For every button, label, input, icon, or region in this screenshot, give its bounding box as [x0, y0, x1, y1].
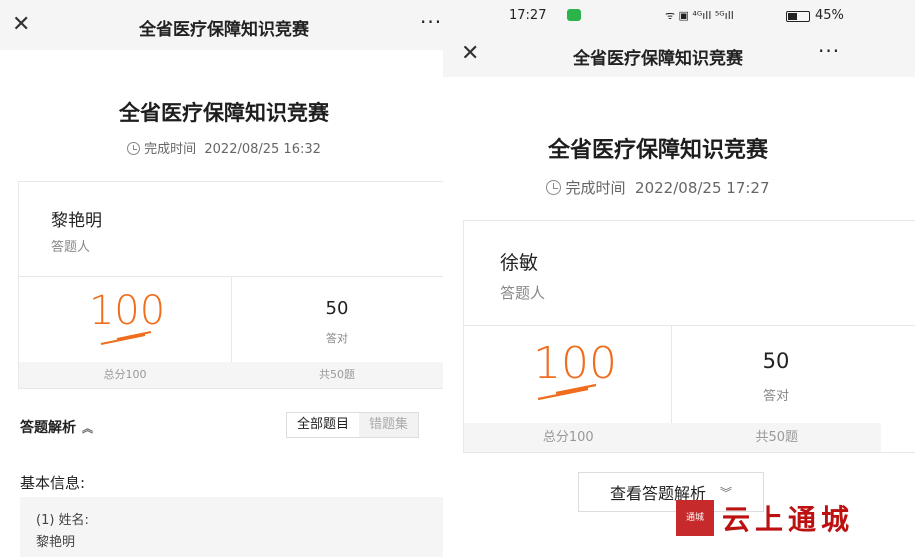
score-swoosh-icon — [537, 383, 597, 401]
left-screen: ✕ 全省医疗保障知识竞赛 ··· 全省医疗保障知识竞赛 完成时间 2022/08… — [0, 0, 448, 557]
analysis-filter: 全部题目 错题集 — [286, 412, 420, 438]
completion-label: 完成时间 — [144, 142, 197, 157]
total-questions-label: 共50题 — [755, 430, 799, 445]
battery-fill — [788, 13, 797, 20]
battery-icon — [786, 11, 810, 22]
watermark-seal: 通城 — [676, 500, 714, 536]
correct-label: 答对 — [326, 332, 348, 345]
completion-value: 2022/08/25 16:32 — [204, 142, 321, 157]
more-icon[interactable]: ··· — [818, 39, 840, 63]
nav-title: 全省医疗保障知识竞赛 — [573, 49, 743, 69]
top-navigation: ✕ 全省医疗保障知识竞赛 ··· — [0, 0, 448, 50]
question-label: (1) 姓名: — [36, 513, 89, 528]
quiz-title: 全省医疗保障知识竞赛 — [119, 101, 329, 125]
clock-icon — [546, 180, 562, 195]
total-score-label: 总分100 — [542, 430, 594, 445]
right-screen: 17:27 ᯤ ▣ ⁴ᴳıll ⁵ᴳıll 45% ✕ 全省医疗保障知识竞赛 ·… — [443, 0, 915, 557]
wechat-call-icon — [567, 9, 581, 21]
signal-icons: ᯤ ▣ ⁴ᴳıll ⁵ᴳıll — [665, 9, 734, 22]
basic-info-title: 基本信息: — [20, 474, 86, 492]
clock-icon — [127, 142, 141, 155]
total-score-label: 总分100 — [103, 368, 147, 381]
analysis-title: 答题解析 — [20, 420, 76, 436]
correct-count: 50 — [325, 298, 349, 319]
status-time: 17:27 — [509, 8, 547, 23]
answer-value: 黎艳明 — [36, 535, 76, 550]
correct-label: 答对 — [762, 389, 789, 404]
status-bar: 17:27 ᯤ ▣ ⁴ᴳıll ⁵ᴳıll 45% — [443, 0, 915, 33]
watermark-text: 云上通城 — [722, 503, 855, 536]
divider — [231, 276, 232, 362]
more-icon[interactable]: ··· — [420, 10, 442, 34]
correct-count: 50 — [762, 349, 790, 373]
tab-wrong-questions[interactable]: 错题集 — [359, 413, 419, 437]
completion-value: 2022/08/25 17:27 — [635, 179, 770, 197]
divider — [671, 325, 672, 423]
respondent-name: 徐敏 — [500, 252, 539, 274]
total-questions-label: 共50题 — [319, 368, 355, 381]
respondent-role: 答题人 — [51, 240, 91, 255]
watermark-logo: 通城 云上通城 — [676, 494, 906, 544]
analysis-header[interactable]: 答题解析 ︽ — [20, 417, 93, 437]
card-footer: 总分100 共50题 — [19, 362, 443, 388]
quiz-title: 全省医疗保障知识竞赛 — [547, 138, 768, 163]
battery-percent: 45% — [815, 8, 844, 23]
divider — [464, 325, 915, 326]
completion-label: 完成时间 — [565, 179, 626, 197]
info-box: (1) 姓名: 黎艳明 — [20, 497, 445, 557]
nav-title: 全省医疗保障知识竞赛 — [139, 20, 309, 40]
completion-time: 完成时间 2022/08/25 17:27 — [443, 177, 873, 198]
respondent-name: 黎艳明 — [51, 211, 102, 231]
score-value: 100 — [533, 338, 617, 389]
tab-all-questions[interactable]: 全部题目 — [287, 413, 360, 437]
top-navigation: ✕ 全省医疗保障知识竞赛 ··· — [443, 33, 915, 77]
respondent-role: 答题人 — [500, 284, 546, 302]
result-card: 徐敏 答题人 100 50 答对 总分100 共50题 — [463, 220, 915, 453]
score-value: 100 — [88, 288, 166, 334]
result-card: 黎艳明 答题人 100 50 答对 总分100 共50题 — [18, 181, 444, 389]
card-footer: 总分100 共50题 — [464, 423, 881, 452]
completion-time: 完成时间 2022/08/25 16:32 — [0, 138, 448, 157]
score-swoosh-icon — [100, 331, 152, 345]
chevron-up-icon: ︽ — [82, 422, 93, 435]
